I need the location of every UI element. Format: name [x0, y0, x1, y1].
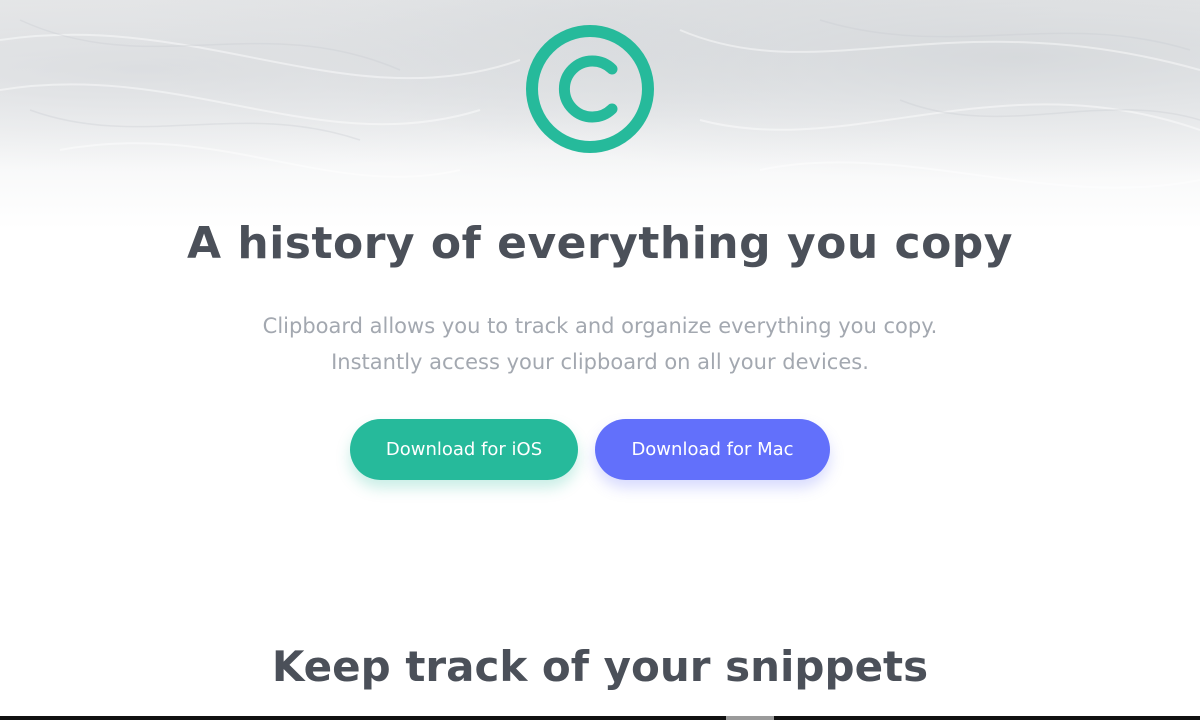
horizontal-scrollbar-track[interactable]: [0, 716, 1200, 720]
download-ios-button[interactable]: Download for iOS: [350, 419, 578, 480]
copyright-c-icon: [526, 25, 654, 153]
download-mac-button[interactable]: Download for Mac: [595, 419, 830, 480]
hero-subtitle-line-2: Instantly access your clipboard on all y…: [331, 350, 869, 374]
hero-subtitle-line-1: Clipboard allows you to track and organi…: [262, 314, 938, 338]
horizontal-scrollbar-thumb[interactable]: [726, 716, 774, 720]
snippets-section-title: Keep track of your snippets: [271, 642, 929, 691]
page: A history of everything you copy Clipboa…: [0, 0, 1200, 720]
hero-title: A history of everything you copy: [187, 218, 1013, 269]
hero-subtitle: Clipboard allows you to track and organi…: [0, 308, 1200, 380]
